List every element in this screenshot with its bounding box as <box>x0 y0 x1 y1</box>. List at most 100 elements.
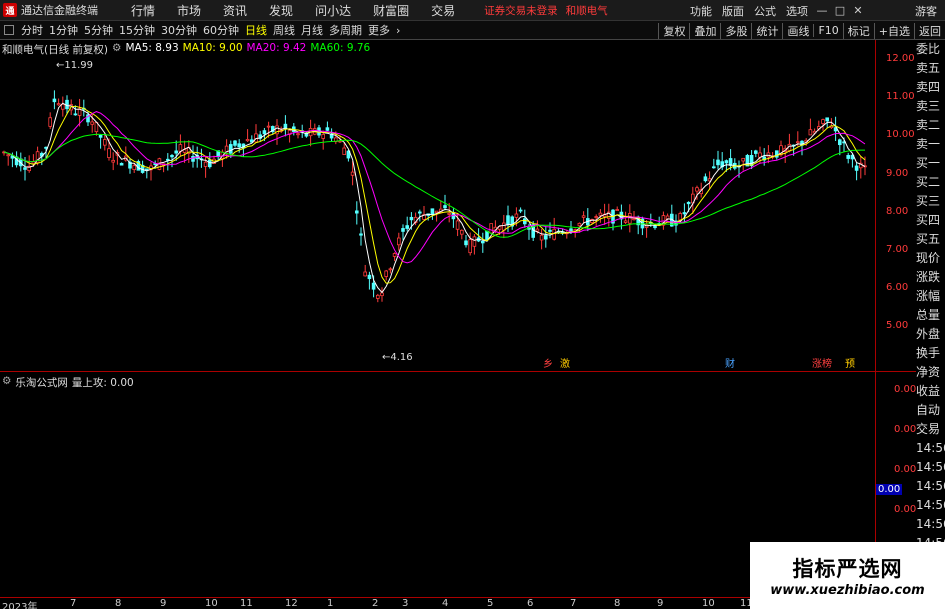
btn-draw[interactable]: 画线 <box>782 22 813 39</box>
close-icon[interactable]: ✕ <box>849 0 867 21</box>
candle-body <box>119 162 124 166</box>
right-menu: 功能 版面 公式 选项 — □ ✕ <box>685 0 867 21</box>
stock-period-title: 和顺电气(日线 前复权) <box>2 44 109 56</box>
date-tick: 12 <box>285 598 298 609</box>
candle-body <box>838 139 842 146</box>
candle-body <box>375 294 380 299</box>
settings-icon[interactable]: ⚙ <box>2 375 11 390</box>
indicator-tick: 0.00 <box>894 384 917 395</box>
quote-panel: 委比 卖五 卖四 卖三 卖二 卖一 买一 买二 买三 买四 买五 现价 涨跌 涨幅 总量 外盘 换手 净资 收益 自动… <box>916 40 945 609</box>
menu-options[interactable]: 选项 <box>781 3 813 19</box>
period-30min[interactable]: 30分钟 <box>158 22 200 38</box>
candle-body <box>228 144 233 154</box>
quote-label: 卖四 <box>916 80 941 94</box>
maximize-icon[interactable]: □ <box>831 0 849 21</box>
menu-formula[interactable]: 公式 <box>749 3 781 19</box>
date-tick: 4 <box>442 598 449 609</box>
menu-wealth[interactable]: 财富圈 <box>362 2 420 19</box>
watermark: 指标严选网 www.xuezhibiao.com <box>750 542 945 609</box>
quote-label: 买一 <box>916 156 941 170</box>
candle-body <box>245 139 250 142</box>
period-15min[interactable]: 15分钟 <box>116 22 158 38</box>
period-minute[interactable]: 分时 <box>18 22 46 38</box>
candle-body <box>191 156 195 162</box>
candle-body <box>628 213 632 224</box>
period-1min[interactable]: 1分钟 <box>46 22 81 38</box>
chevron-right-icon[interactable]: › <box>393 24 403 37</box>
quote-label: 卖五 <box>916 61 941 75</box>
candle-body <box>342 147 346 155</box>
candle-body <box>61 103 65 110</box>
watermark-url: www.xuezhibiao.com <box>770 583 925 598</box>
quote-label: 14:56 <box>916 517 945 531</box>
candle-body <box>632 218 636 221</box>
btn-overlay[interactable]: 叠加 <box>689 22 720 39</box>
menu-news[interactable]: 资讯 <box>212 2 258 19</box>
candle-body <box>359 233 363 236</box>
menu-discover[interactable]: 发现 <box>258 2 304 19</box>
period-weekly[interactable]: 周线 <box>270 22 298 38</box>
btn-mark[interactable]: 标记 <box>842 22 874 39</box>
stock-name-header: 和顺电气 <box>565 4 608 17</box>
period-more[interactable]: 更多 <box>365 22 393 38</box>
candle-body <box>686 201 691 205</box>
btn-stats[interactable]: 统计 <box>751 22 782 39</box>
app-name: 通达信金融终端 <box>21 4 98 17</box>
btn-back[interactable]: 返回 <box>914 22 945 39</box>
candle-body <box>468 239 472 254</box>
period-60min[interactable]: 60分钟 <box>200 22 242 38</box>
menu-layout[interactable]: 版面 <box>717 3 749 19</box>
indicator-value: 量上攻: 0.00 <box>71 377 134 389</box>
period-monthly[interactable]: 月线 <box>298 22 326 38</box>
minimize-icon[interactable]: — <box>813 0 831 21</box>
candle-body <box>174 150 179 154</box>
event-tag: 涨榜 <box>812 357 832 370</box>
event-tag: 激 <box>560 357 570 370</box>
quote-label: 外盘 <box>916 327 941 341</box>
ma-legend: 和顺电气(日线 前复权) ⚙ MA5: 8.93 MA10: 9.00 MA20… <box>2 42 370 57</box>
candle-body <box>581 215 586 218</box>
menu-market[interactable]: 市场 <box>166 2 212 19</box>
menu-quotes[interactable]: 行情 <box>120 2 166 19</box>
login-warning[interactable]: 证券交易未登录 <box>484 3 558 18</box>
candle-body <box>443 205 447 209</box>
candle-body <box>48 117 52 127</box>
candle-body <box>544 235 548 240</box>
btn-add-watch[interactable]: +自选 <box>873 22 914 39</box>
candle-body <box>417 211 422 214</box>
candle-body <box>367 274 372 280</box>
candle-body <box>409 216 414 221</box>
candle-body <box>363 271 367 277</box>
kline-chart[interactable]: ←11.99 ←4.16 乡激 财 涨榜 预 <box>0 40 875 370</box>
panel-toggle-icon[interactable] <box>4 25 14 35</box>
candle-body <box>371 282 376 290</box>
candle-body <box>354 210 359 214</box>
quote-label: 卖三 <box>916 99 941 113</box>
btn-f10[interactable]: F10 <box>813 24 842 37</box>
btn-multi-stock[interactable]: 多股 <box>720 22 751 39</box>
quote-label: 涨幅 <box>916 289 941 303</box>
guest-label[interactable]: 游客 <box>915 3 937 19</box>
menu-ask[interactable]: 问小达 <box>304 2 362 19</box>
candle-body <box>615 209 619 211</box>
period-multi[interactable]: 多周期 <box>326 22 365 38</box>
date-tick: 10 <box>702 598 715 609</box>
price-tick: 5.00 <box>886 320 909 332</box>
candle-body <box>103 139 107 146</box>
period-daily[interactable]: 日线 <box>242 22 270 38</box>
candle-body <box>6 154 10 157</box>
date-tick: 8 <box>115 598 122 609</box>
quote-label: 总量 <box>916 308 941 322</box>
event-tag: 财 <box>725 357 735 370</box>
btn-adjust[interactable]: 复权 <box>658 22 689 39</box>
ma10-label: MA10: 9.00 <box>182 42 243 54</box>
quote-label: 自动 <box>916 403 941 417</box>
candle-body <box>716 159 720 166</box>
date-tick: 2023年 <box>2 602 38 609</box>
menu-function[interactable]: 功能 <box>685 3 717 19</box>
date-axis: 2023年 7 8 9 10 11 12 1 2 3 4 5 6 7 8 9 10 11 <box>0 597 875 609</box>
settings-icon[interactable]: ⚙ <box>112 42 121 57</box>
menu-trade[interactable]: 交易 <box>420 2 466 19</box>
candle-body <box>854 165 859 171</box>
period-5min[interactable]: 5分钟 <box>81 22 116 38</box>
